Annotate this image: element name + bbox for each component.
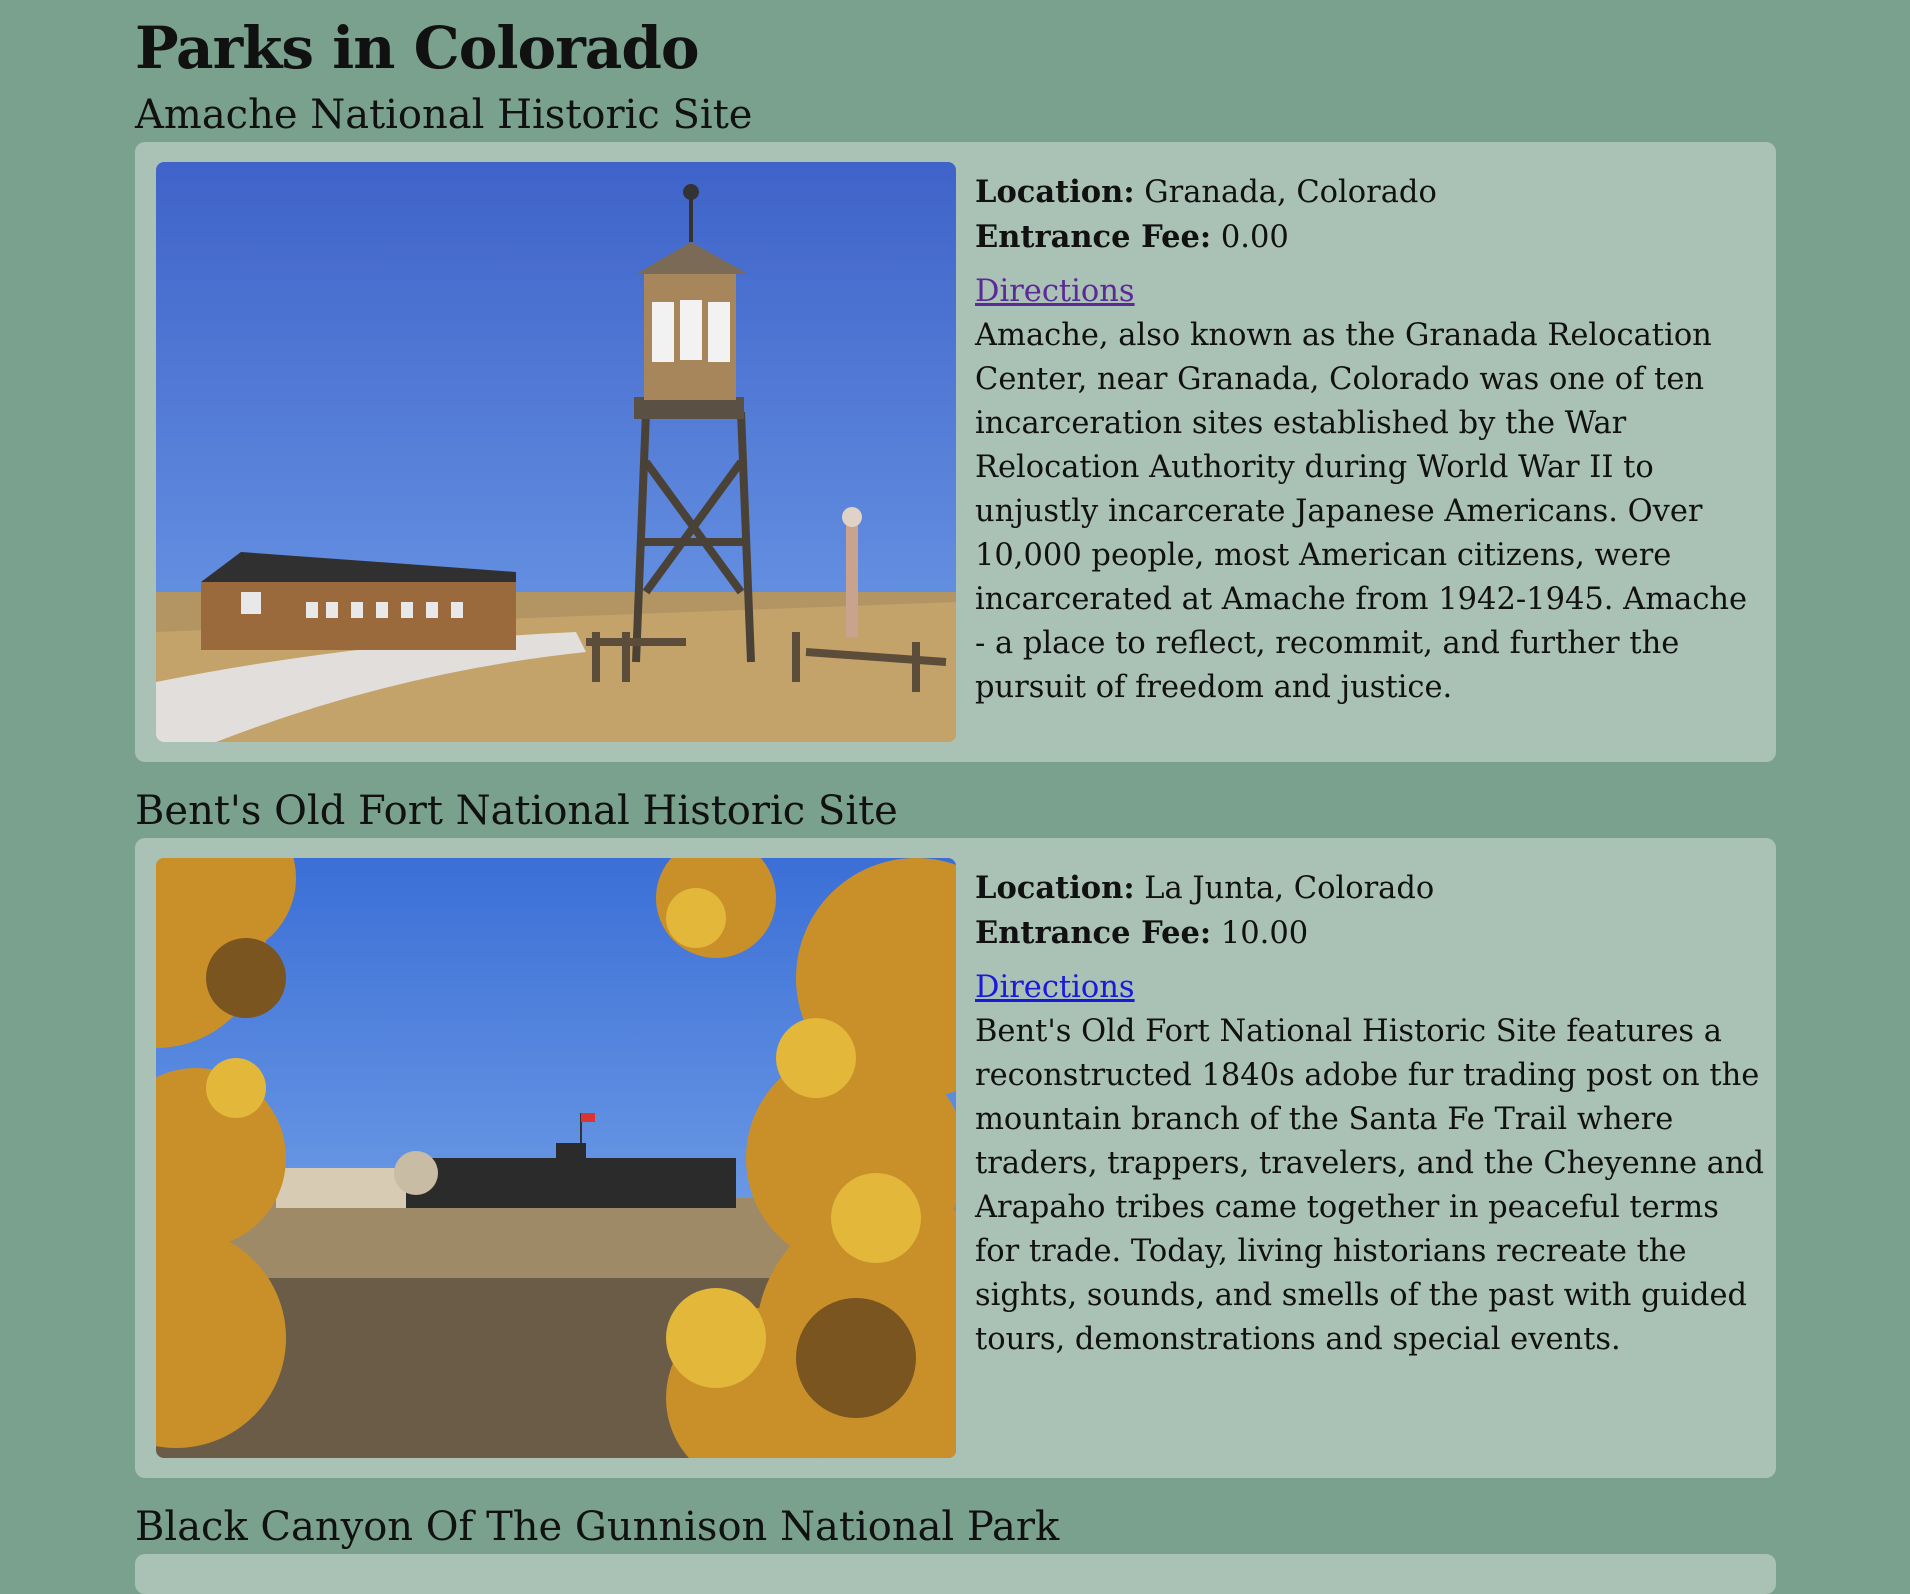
page-title: Parks in Colorado [135,14,700,82]
fee-value: 0.00 [1220,220,1289,255]
location-row: Location: La Junta, Colorado [975,866,1765,911]
location-row: Location: Granada, Colorado [975,170,1765,215]
fee-label: Entrance Fee: [975,219,1212,255]
park-title: Black Canyon Of The Gunnison National Pa… [135,1504,1060,1550]
park-photo [156,858,956,1458]
fee-value: 10.00 [1220,916,1309,951]
directions-link[interactable]: Directions [975,966,1135,1010]
location-value: La Junta, Colorado [1144,871,1435,906]
park-info: Location: La Junta, Colorado Entrance Fe… [975,866,1765,1362]
fee-label: Entrance Fee: [975,915,1212,951]
fee-row: Entrance Fee: 10.00 [975,911,1765,956]
park-description: Bent's Old Fort National Historic Site f… [975,1014,1765,1357]
park-card [135,1554,1776,1594]
park-card: Location: La Junta, Colorado Entrance Fe… [135,838,1776,1478]
park-description: Amache, also known as the Granada Reloca… [975,318,1748,705]
park-card: Location: Granada, Colorado Entrance Fee… [135,142,1776,762]
park-title: Bent's Old Fort National Historic Site [135,788,898,834]
park-photo [156,162,956,742]
park-info: Location: Granada, Colorado Entrance Fee… [975,170,1765,710]
location-label: Location: [975,870,1135,906]
directions-link[interactable]: Directions [975,270,1135,314]
location-label: Location: [975,174,1135,210]
location-value: Granada, Colorado [1144,175,1437,210]
park-title: Amache National Historic Site [135,92,753,138]
fee-row: Entrance Fee: 0.00 [975,215,1765,260]
